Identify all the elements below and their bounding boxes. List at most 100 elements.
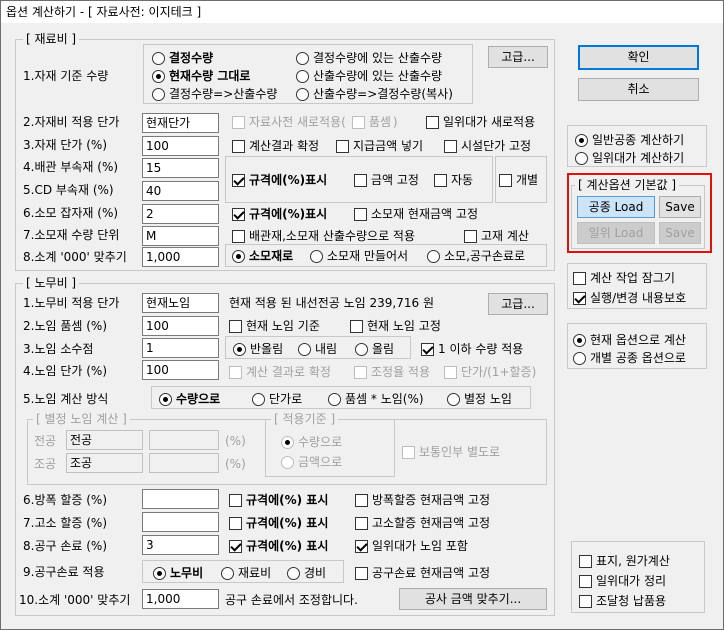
labor-calc-confirm-check: 계산 결과로 확정 [229, 365, 331, 379]
subtotal-opt-tool[interactable]: 소모,공구손료로 [427, 249, 525, 263]
basis-opt-calc-to-decided[interactable]: 산출수량=>결정수량(복사) [296, 87, 453, 101]
ok-button[interactable]: 확인 [578, 45, 699, 70]
radio-icon [310, 249, 323, 263]
facility-price-check[interactable]: 시설단가 고정 [444, 139, 531, 153]
mode-current-radio[interactable]: 현재 옵션으로 계산 [573, 333, 686, 347]
tool-fix-check[interactable]: 공구손료 현재금액 고정 [355, 566, 490, 580]
arrange-check[interactable]: 일위대가 정리 [579, 574, 666, 588]
labor-unit-field[interactable]: 100 [142, 360, 219, 380]
lock-check[interactable]: 계산 작업 잠그기 [573, 271, 675, 285]
fix-amount-check[interactable]: 금액 고정 [354, 173, 419, 187]
material-price-field[interactable]: 현재단가 [142, 113, 219, 133]
tool-spec-check[interactable]: 규격에(%) 표시 [229, 539, 328, 553]
radio-icon [355, 342, 368, 356]
labor-subtotal-field[interactable]: 1,000 [142, 589, 219, 609]
radio-selected-icon [159, 392, 172, 406]
checkbox-icon [232, 229, 245, 243]
labor-coeff-label: 2.노임 품셈 (%) [23, 319, 108, 333]
consume-unit-field[interactable]: M [142, 226, 219, 246]
fixed-calc-check[interactable]: 고재 계산 [464, 229, 529, 243]
separate-check[interactable]: 개별 [499, 173, 538, 187]
fit-amount-button[interactable]: 공사 금액 맞추기... [399, 588, 547, 610]
basis-opt-decided-to-calc[interactable]: 결정수량=>산출수량 [152, 87, 277, 101]
tool-field[interactable]: 3 [142, 535, 219, 555]
tool-apply-material[interactable]: 재료비 [221, 566, 271, 580]
high-field[interactable] [142, 512, 219, 532]
apply-basis-title: [ 적용기준 ] [271, 412, 339, 426]
checkbox-checked-icon [421, 342, 434, 356]
protect-check[interactable]: 실행/변경 내용보호 [573, 291, 686, 305]
options-dialog: 옵션 계산하기 - [ 자료사전: 이지테크 ] [ 재료비 ] 1.자재 기준… [0, 0, 724, 630]
material-advanced-button[interactable]: 고급... [488, 46, 548, 68]
basis-opt-decided-calc[interactable]: 결정수량에 있는 산출수량 [296, 51, 442, 65]
pipe-field[interactable]: 15 [142, 158, 219, 178]
cd-label: 5.CD 부속재 (%) [23, 183, 114, 197]
material-basis-label: 1.자재 기준 수량 [23, 69, 109, 83]
radio-icon [427, 249, 440, 263]
method-opt-unit[interactable]: 단가로 [252, 392, 302, 406]
checkbox-icon [229, 516, 242, 530]
basis-opt-decided[interactable]: 결정수량 [152, 51, 213, 65]
round-opt-up[interactable]: 올림 [355, 342, 394, 356]
row2-label: 조공 [34, 457, 57, 471]
material-subtotal-field[interactable]: 1,000 [142, 247, 219, 267]
row2-pct-field [149, 453, 219, 473]
misc-field[interactable]: 2 [142, 204, 219, 224]
mode-separate-radio[interactable]: 개별 공종 옵션으로 [573, 351, 686, 365]
tool-apply-labor[interactable]: 노무비 [153, 566, 203, 580]
subtotal-opt-make[interactable]: 소모재 만들어서 [310, 249, 408, 263]
labor-include-check[interactable]: 일위대가 노임 포함 [355, 539, 468, 553]
checkbox-checked-icon [229, 539, 242, 553]
anti-spec-check[interactable]: 규격에(%) 표시 [229, 493, 328, 507]
unit-formula-check: 단가/(1+할증) [444, 365, 536, 379]
labor-advanced-button[interactable]: 고급... [488, 293, 548, 315]
calc-labor-radio[interactable]: 일위대가 계산하기 [575, 151, 684, 165]
anti-field[interactable] [142, 489, 219, 509]
checkbox-icon [426, 115, 439, 129]
consume-unit-label: 7.소모재 수량 단위 [23, 228, 120, 242]
round-opt-half[interactable]: 반올림 [233, 342, 283, 356]
high-spec-check[interactable]: 규격에(%) 표시 [229, 516, 328, 530]
supply-amount-check[interactable]: 지급금액 넣기 [336, 139, 423, 153]
radio-icon [287, 566, 300, 580]
method-opt-coeff[interactable]: 품셈 * 노임(%) [328, 392, 424, 406]
basis-opt-current[interactable]: 현재수량 그대로 [152, 69, 250, 83]
subtotal-opt-consume[interactable]: 소모재로 [232, 249, 293, 263]
spec-percent-check[interactable]: 규격에(%)표시 [232, 173, 327, 187]
method-opt-special[interactable]: 별정 노임 [447, 392, 512, 406]
material-subtotal-label: 8.소계 '000' 맞추기 [23, 250, 127, 264]
calc-confirm-check[interactable]: 계산결과 확정 [232, 139, 319, 153]
tool-apply-label: 9.공구손료 적용 [23, 565, 105, 579]
below-one-check[interactable]: 1 이하 수량 적용 [421, 342, 523, 356]
tool-apply-expense[interactable]: 경비 [287, 566, 326, 580]
cur-labor-fix-check[interactable]: 현재 노임 고정 [350, 319, 441, 333]
auto-check[interactable]: 자동 [434, 173, 473, 187]
method-opt-qty[interactable]: 수량으로 [159, 392, 220, 406]
labor-price-field[interactable]: 현재노임 [142, 293, 219, 313]
round-opt-down[interactable]: 내림 [298, 342, 337, 356]
labor-method-label: 5.노임 계산 방식 [23, 392, 109, 406]
calc-general-radio[interactable]: 일반공종 계산하기 [575, 133, 684, 147]
anti-label: 6.방폭 할증 (%) [23, 493, 108, 507]
unit-price-field[interactable]: 100 [142, 136, 219, 156]
checkbox-icon [402, 445, 415, 459]
anti-fix-check[interactable]: 방폭할증 현재금액 고정 [355, 493, 490, 507]
cd-field[interactable]: 40 [142, 181, 219, 201]
labor-new-apply-check[interactable]: 일위대가 새로적용 [426, 115, 535, 129]
pipe-consume-check[interactable]: 배관재,소모재 산출수량으로 적용 [232, 229, 415, 243]
labor-coeff-field[interactable]: 100 [142, 316, 219, 336]
labor-decimal-field[interactable]: 1 [142, 338, 219, 358]
radio-icon [328, 392, 341, 406]
procure-check[interactable]: 조달청 납품용 [579, 594, 666, 608]
high-fix-check[interactable]: 고소할증 현재금액 고정 [355, 516, 490, 530]
row1-label: 전공 [34, 434, 57, 448]
spec2-percent-check[interactable]: 규격에(%)표시 [232, 207, 327, 221]
checkbox-checked-icon [573, 291, 586, 305]
basis-opt-calc-calc[interactable]: 산출수량에 있는 산출수량 [296, 69, 442, 83]
cancel-button[interactable]: 취소 [578, 78, 699, 101]
consume-fix-check[interactable]: 소모재 현재금액 고정 [354, 207, 478, 221]
row1-pct-label: (%) [225, 434, 246, 448]
apply-basis-qty: 수량으로 [281, 435, 342, 449]
cover-check[interactable]: 표지, 원가계산 [579, 554, 670, 568]
cur-labor-basis-check[interactable]: 현재 노임 기준 [229, 319, 320, 333]
